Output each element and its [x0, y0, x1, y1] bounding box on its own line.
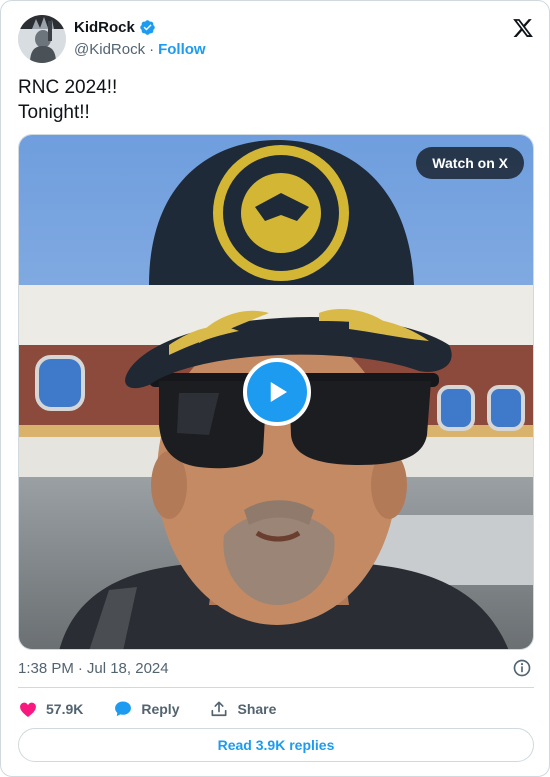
- name-row: KidRock: [74, 19, 156, 36]
- reply-button[interactable]: Reply: [113, 699, 179, 719]
- avatar-image: [18, 15, 66, 63]
- follow-link[interactable]: Follow: [158, 41, 206, 58]
- read-replies-button[interactable]: Read 3.9K replies: [18, 728, 534, 762]
- watch-on-x-button[interactable]: Watch on X: [416, 147, 524, 179]
- tweet-header: KidRock @KidRock · Follow: [18, 15, 534, 65]
- share-label: Share: [237, 701, 277, 717]
- x-logo-icon[interactable]: [512, 17, 534, 39]
- tweet-text: RNC 2024!! Tonight!!: [18, 75, 534, 125]
- handle[interactable]: @KidRock: [74, 41, 145, 58]
- video-media[interactable]: Watch on X: [18, 134, 534, 650]
- play-button[interactable]: [243, 358, 311, 426]
- reply-label: Reply: [141, 701, 180, 717]
- share-icon: [211, 701, 227, 717]
- tweet-meta: 1:38 PM · Jul 18, 2024: [18, 657, 534, 679]
- tweet-line-2: Tonight!!: [18, 102, 90, 123]
- tweet-card: KidRock @KidRock · Follow RNC 2024!! Ton…: [0, 0, 550, 777]
- avatar[interactable]: [18, 15, 66, 63]
- tweet-time[interactable]: 1:38 PM: [18, 660, 74, 677]
- info-icon[interactable]: [512, 658, 532, 678]
- handle-row: @KidRock · Follow: [74, 41, 206, 58]
- verified-badge-icon: [139, 19, 156, 36]
- share-button[interactable]: Share: [209, 699, 276, 719]
- like-count: 57.9K: [46, 701, 84, 717]
- action-bar: 57.9K Reply Share: [18, 697, 306, 721]
- tweet-date[interactable]: Jul 18, 2024: [87, 660, 169, 677]
- reply-bubble-icon: [115, 701, 132, 717]
- separator-dot: ·: [149, 41, 155, 58]
- tweet-line-1: RNC 2024!!: [18, 77, 118, 98]
- play-icon: [270, 382, 287, 402]
- like-button[interactable]: 57.9K: [18, 699, 83, 719]
- display-name[interactable]: KidRock: [74, 19, 135, 36]
- heart-icon: [20, 702, 36, 717]
- meta-separator: ·: [77, 659, 83, 677]
- divider: [18, 687, 534, 688]
